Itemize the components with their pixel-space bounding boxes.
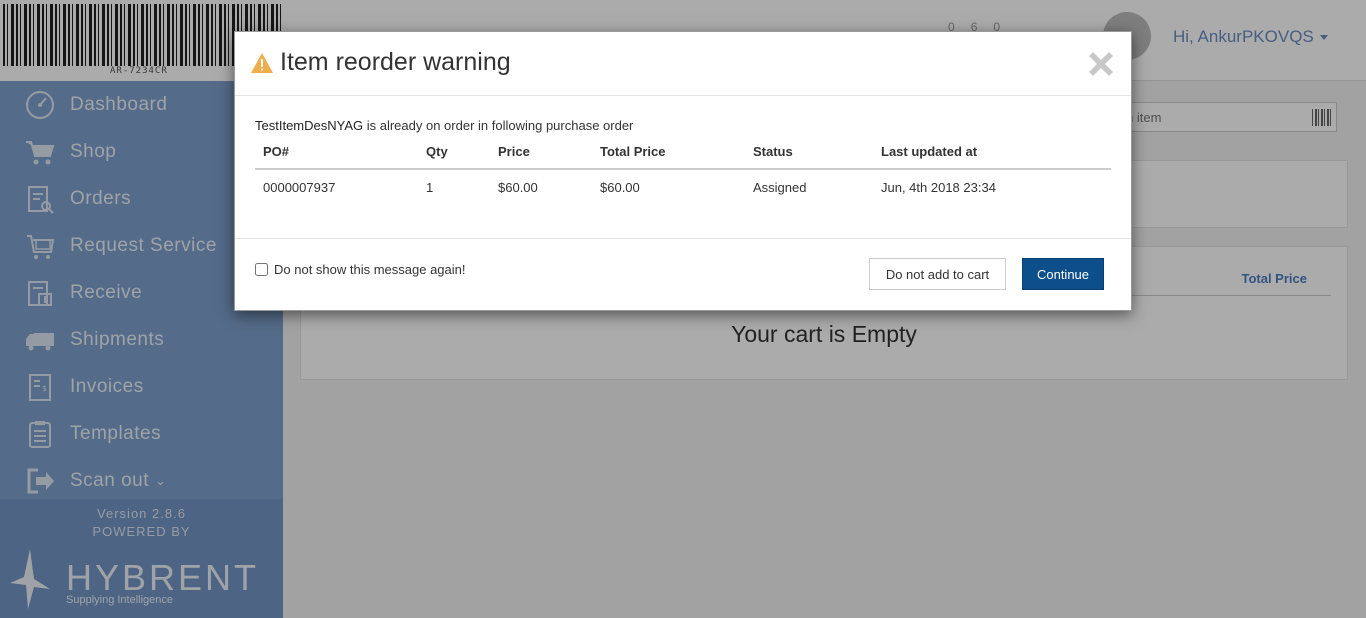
close-icon[interactable] <box>1085 48 1117 80</box>
po-number: 0000007937 <box>263 180 336 195</box>
dont-show-again-checkbox[interactable] <box>255 263 268 276</box>
column-header: Qty <box>418 138 490 170</box>
status-cell: Assigned <box>753 180 807 195</box>
last-updated-cell: Jun, 4th 2018 23:34 <box>881 180 996 195</box>
column-header: PO# <box>255 138 418 170</box>
continue-button[interactable]: Continue <box>1022 258 1104 290</box>
do-not-add-button[interactable]: Do not add to cart <box>869 258 1006 290</box>
price-cell: $60.00 <box>498 180 538 195</box>
warning-icon <box>251 53 273 73</box>
item-name: TestItemDesNYAG <box>255 118 364 133</box>
table-row: 0000007937 1 $60.00 $60.00 Assigned Jun,… <box>255 169 1111 205</box>
dont-show-again[interactable]: Do not show this message again! <box>255 262 466 277</box>
modal-footer: Do not show this message again! Do not a… <box>235 239 1131 311</box>
modal-header: Item reorder warning <box>235 32 1131 96</box>
intro-text: is already on order in following purchas… <box>363 118 634 133</box>
column-header: Price <box>490 138 592 170</box>
table-header-row: PO# Qty Price Total Price Status Last up… <box>255 138 1111 170</box>
purchase-order-table: PO# Qty Price Total Price Status Last up… <box>255 138 1111 205</box>
dont-show-again-label: Do not show this message again! <box>274 262 466 277</box>
modal-intro: TestItemDesNYAG is already on order in f… <box>255 118 633 133</box>
column-header: Last updated at <box>873 138 1111 170</box>
column-header: Status <box>745 138 873 170</box>
reorder-warning-modal: Item reorder warning TestItemDesNYAG is … <box>234 31 1132 311</box>
qty-cell: 1 <box>426 180 434 195</box>
modal-title: Item reorder warning <box>280 48 511 76</box>
total-price-cell: $60.00 <box>600 180 640 195</box>
column-header: Total Price <box>592 138 745 170</box>
modal-body: TestItemDesNYAG is already on order in f… <box>235 96 1131 239</box>
